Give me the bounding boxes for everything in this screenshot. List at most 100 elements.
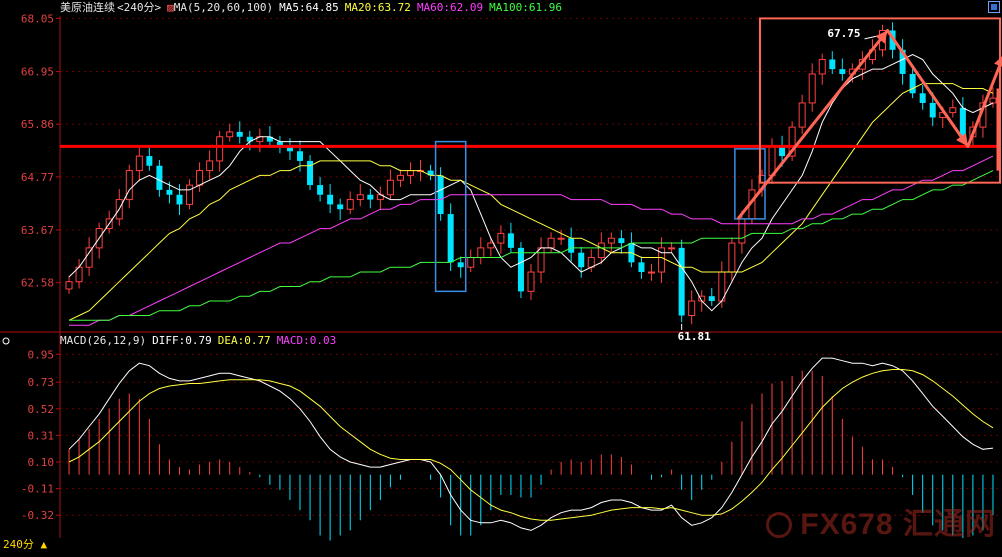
- candle-body-down: [447, 214, 454, 263]
- candle: [507, 222, 514, 253]
- macd-tick-label: 0.95: [28, 348, 55, 361]
- candle: [226, 123, 234, 142]
- macd-tick-label: -0.11: [21, 483, 54, 496]
- period-selector-label: 240分: [3, 538, 34, 551]
- candle-body-up: [386, 179, 394, 196]
- candle: [125, 164, 133, 209]
- candle-body-up: [85, 247, 93, 268]
- candle-body-down: [437, 175, 444, 215]
- candle: [256, 128, 264, 153]
- candle-body-down: [327, 194, 334, 205]
- dea-value: DEA:0.77: [217, 334, 271, 347]
- low-annotation: 61.81: [678, 330, 711, 343]
- candle-body-down: [166, 189, 173, 195]
- ma-params: MA(5,20,60,100): [173, 1, 274, 14]
- watermark-logo: FX678 汇通网: [766, 499, 996, 543]
- candle: [487, 237, 495, 257]
- candle-body-up: [396, 174, 404, 181]
- candle-body-up: [226, 131, 234, 138]
- candle: [467, 249, 475, 273]
- price-tick-label: 64.77: [21, 171, 54, 184]
- candle-body-up: [728, 242, 736, 273]
- macd-tick-label: 0.31: [28, 429, 55, 442]
- candle: [839, 58, 846, 81]
- candle-body-down: [457, 262, 464, 268]
- candle: [156, 159, 163, 197]
- candle: [196, 162, 204, 192]
- candle-body-down: [156, 165, 163, 190]
- macd-tick-label: 0.52: [28, 403, 55, 416]
- candle: [708, 287, 715, 306]
- candle-body-down: [959, 107, 966, 137]
- price-tick-label: 66.95: [21, 66, 54, 79]
- candle-body-up: [738, 218, 746, 244]
- candle-body-up: [989, 97, 997, 104]
- candle: [346, 191, 354, 215]
- candle-body-up: [818, 58, 826, 75]
- candle: [266, 126, 273, 147]
- price-tick-label: 68.05: [21, 12, 54, 25]
- candle-body-up: [808, 73, 816, 104]
- candle-body-up: [346, 199, 354, 210]
- price-panel-header: 美原油连续 <240分> ▨MA(5,20,60,100) MA5:64.85 MA20…: [60, 0, 568, 16]
- candle: [327, 184, 334, 214]
- macd-panel-dot: [2, 337, 10, 345]
- candle-body-down: [618, 238, 625, 244]
- candle: [618, 230, 625, 254]
- candle: [919, 85, 926, 110]
- candle: [406, 162, 414, 185]
- period-selector[interactable]: 240分 ▲: [0, 537, 47, 553]
- candle-body-down: [829, 59, 836, 70]
- candle-body-down: [337, 204, 344, 210]
- candle-body-up: [216, 136, 224, 162]
- candle-body-up: [186, 184, 194, 205]
- ma60-value: MA60:62.09: [416, 1, 484, 14]
- maximize-icon[interactable]: [988, 1, 1000, 13]
- candle: [527, 263, 535, 301]
- candle: [216, 130, 224, 172]
- candle: [829, 51, 836, 74]
- macd-params: MACD(26,12,9): [60, 334, 147, 347]
- candle-body-up: [135, 155, 143, 172]
- ma100-value: MA100:61.96: [489, 1, 563, 14]
- candle: [376, 186, 384, 211]
- macd-tick-label: -0.32: [21, 509, 54, 522]
- price-tick-label: 65.86: [21, 118, 54, 131]
- candle-body-up: [668, 247, 676, 250]
- candle-body-down: [919, 93, 926, 103]
- candle: [396, 169, 404, 188]
- candle-body-up: [497, 232, 505, 244]
- candle-body-up: [798, 102, 806, 128]
- candle: [307, 155, 314, 190]
- macd-tick-label: 0.10: [28, 456, 55, 469]
- instrument-title: 美原油连续: [60, 1, 115, 14]
- candle-body-up: [527, 271, 535, 292]
- candle-body-up: [406, 170, 414, 176]
- macd-value: MACD:0.03: [276, 334, 337, 347]
- candle: [568, 227, 575, 262]
- candle: [678, 239, 685, 323]
- watermark-text: FX678 汇通网: [800, 508, 996, 541]
- candlestick-chart[interactable]: 68.05 66.95 65.86 64.77 63.67 62.58 0.95 0.73 0.…: [0, 0, 1002, 553]
- candle: [658, 237, 666, 283]
- candle: [206, 150, 214, 180]
- candle-body-up: [196, 170, 204, 186]
- candle: [808, 63, 816, 112]
- candle: [337, 198, 344, 220]
- candle-body-down: [507, 233, 514, 248]
- candle: [728, 237, 736, 281]
- ma20-value: MA20:63.72: [344, 1, 411, 14]
- candle: [517, 242, 524, 299]
- price-tick-label: 63.67: [21, 224, 54, 237]
- candle-body-up: [607, 237, 615, 244]
- candle-body-down: [297, 151, 304, 161]
- candle: [497, 225, 505, 254]
- candle: [457, 256, 464, 278]
- candle: [276, 135, 283, 154]
- candle-body-down: [568, 238, 575, 253]
- candle: [146, 145, 153, 171]
- candle: [628, 232, 635, 268]
- period-label[interactable]: <240分>: [117, 1, 161, 14]
- candle-body-down: [678, 247, 685, 316]
- candle-body-down: [176, 194, 183, 205]
